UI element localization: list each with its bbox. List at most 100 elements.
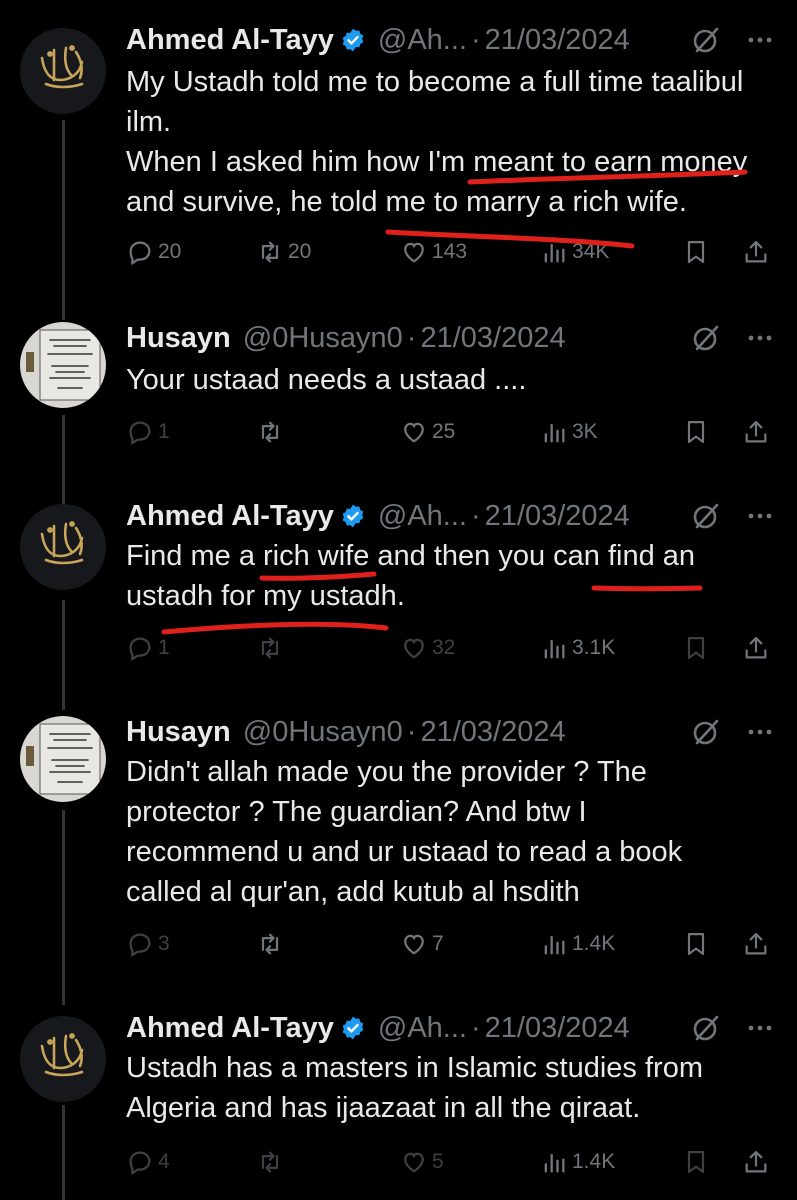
- author-name[interactable]: Ahmed Al-Tayy: [126, 1012, 334, 1045]
- reply-button[interactable]: 4: [126, 1142, 170, 1182]
- reply-button[interactable]: 1: [126, 412, 170, 452]
- author-handle[interactable]: @Ah...: [378, 500, 467, 533]
- tweet-date[interactable]: 21/03/2024: [485, 24, 630, 57]
- share-button[interactable]: [742, 232, 774, 272]
- views-count: 1.4K: [572, 932, 616, 955]
- repost-button[interactable]: 20: [256, 232, 311, 272]
- views-icon: [544, 243, 565, 263]
- like-count: 143: [432, 240, 468, 263]
- author-name[interactable]: Ahmed Al-Tayy: [126, 24, 334, 57]
- share-button[interactable]: [742, 924, 774, 964]
- share-button[interactable]: [742, 1142, 774, 1182]
- repost-icon: [261, 421, 279, 443]
- calligraphy-logo-icon: [40, 521, 84, 565]
- grok-icon[interactable]: [690, 716, 722, 748]
- tweet-date[interactable]: 21/03/2024: [420, 716, 565, 749]
- tweet-text: My Ustadh told me to become a full time …: [126, 62, 786, 222]
- author-handle[interactable]: @Ah...: [378, 1012, 467, 1045]
- share-icon: [745, 1150, 767, 1173]
- tweet-date[interactable]: 21/03/2024: [485, 500, 630, 533]
- calligraphy-logo-icon: [40, 45, 84, 89]
- grok-icon[interactable]: [690, 24, 722, 56]
- bookmark-button[interactable]: [682, 1142, 714, 1182]
- author-name[interactable]: Husayn: [126, 716, 231, 749]
- views-count: 3.1K: [572, 636, 616, 659]
- tweet-5[interactable]: Ahmed Al-Tayy @Ah... · 21/03/2024 Ustadh…: [0, 1008, 797, 1198]
- bookmark-button[interactable]: [682, 412, 714, 452]
- more-icon[interactable]: [744, 500, 776, 532]
- author-name[interactable]: Ahmed Al-Tayy: [126, 500, 334, 533]
- action-bar: 20 20 143 34K: [126, 232, 776, 272]
- like-button[interactable]: 143: [400, 232, 467, 272]
- reply-count: 20: [158, 240, 182, 263]
- author-handle[interactable]: @0Husayn0: [243, 716, 403, 749]
- views-button[interactable]: 1.4K: [540, 1142, 615, 1182]
- tweet-3[interactable]: Ahmed Al-Tayy @Ah... · 21/03/2024 Find m…: [0, 496, 797, 676]
- reply-count: 3: [158, 932, 170, 955]
- tweet-text-line: Ustadh has a masters in Islamic studies …: [126, 1052, 703, 1124]
- verified-badge-icon: [342, 28, 364, 52]
- repost-icon: [261, 933, 279, 955]
- views-icon: [544, 935, 565, 955]
- grok-icon[interactable]: [690, 500, 722, 532]
- more-icon[interactable]: [744, 24, 776, 56]
- avatar[interactable]: [20, 504, 106, 590]
- views-button[interactable]: 34K: [540, 232, 609, 272]
- views-icon: [544, 639, 565, 659]
- action-bar: 3 7 1.4K: [126, 924, 776, 964]
- repost-button[interactable]: [256, 924, 288, 964]
- tweet-4[interactable]: Husayn @0Husayn0 · 21/03/2024 Didn't all…: [0, 712, 797, 972]
- reply-count: 4: [158, 1150, 170, 1173]
- share-button[interactable]: [742, 628, 774, 668]
- share-button[interactable]: [742, 412, 774, 452]
- like-button[interactable]: 25: [400, 412, 455, 452]
- tweet-text: Ustadh has a masters in Islamic studies …: [126, 1048, 766, 1128]
- like-button[interactable]: 7: [400, 924, 444, 964]
- views-count: 1.4K: [572, 1150, 616, 1173]
- reply-count: 1: [158, 636, 170, 659]
- views-button[interactable]: 3K: [540, 412, 598, 452]
- tweet-date[interactable]: 21/03/2024: [420, 322, 565, 355]
- repost-icon: [261, 1151, 279, 1173]
- more-icon[interactable]: [744, 716, 776, 748]
- bookmark-button[interactable]: [682, 628, 714, 668]
- repost-button[interactable]: [256, 1142, 288, 1182]
- like-button[interactable]: 5: [400, 1142, 444, 1182]
- avatar[interactable]: [20, 322, 106, 408]
- grok-icon[interactable]: [690, 1012, 722, 1044]
- repost-button[interactable]: [256, 412, 288, 452]
- tweet-1[interactable]: Ahmed Al-Tayy @Ah... · 21/03/2024 My Ust…: [0, 20, 797, 290]
- share-icon: [745, 420, 767, 443]
- views-button[interactable]: 3.1K: [540, 628, 615, 668]
- like-count: 7: [432, 932, 444, 955]
- author-handle[interactable]: @0Husayn0: [243, 322, 403, 355]
- avatar[interactable]: [20, 716, 106, 802]
- bookmark-button[interactable]: [682, 924, 714, 964]
- action-bar: 1 25 3K: [126, 412, 776, 452]
- tweet-2[interactable]: Husayn @0Husayn0 · 21/03/2024 Your ustaa…: [0, 318, 797, 468]
- avatar[interactable]: [20, 1016, 106, 1102]
- author-name[interactable]: Husayn: [126, 322, 231, 355]
- reply-button[interactable]: 1: [126, 628, 170, 668]
- more-icon[interactable]: [744, 1012, 776, 1044]
- like-button[interactable]: 32: [400, 628, 455, 668]
- tweet-text: Find me a rich wife and then you can fin…: [126, 536, 786, 616]
- tweet-date[interactable]: 21/03/2024: [485, 1012, 630, 1045]
- tweet-text-line: When I asked him how I'm meant to earn m…: [126, 146, 748, 218]
- repost-button[interactable]: [256, 628, 288, 668]
- views-count: 3K: [572, 420, 598, 443]
- bookmark-icon: [687, 932, 705, 956]
- tweet-text: Your ustaad needs a ustaad ....: [126, 360, 786, 400]
- reply-icon: [129, 933, 151, 958]
- reply-button[interactable]: 3: [126, 924, 170, 964]
- more-icon[interactable]: [744, 322, 776, 354]
- grok-icon[interactable]: [690, 322, 722, 354]
- author-handle[interactable]: @Ah...: [378, 24, 467, 57]
- tweet-text-line: My Ustadh told me to become a full time …: [126, 66, 744, 138]
- bookmark-button[interactable]: [682, 232, 714, 272]
- views-button[interactable]: 1.4K: [540, 924, 615, 964]
- separator-dot: ·: [406, 715, 417, 748]
- avatar[interactable]: [20, 28, 106, 114]
- views-icon: [544, 1153, 565, 1173]
- reply-button[interactable]: 20: [126, 232, 181, 272]
